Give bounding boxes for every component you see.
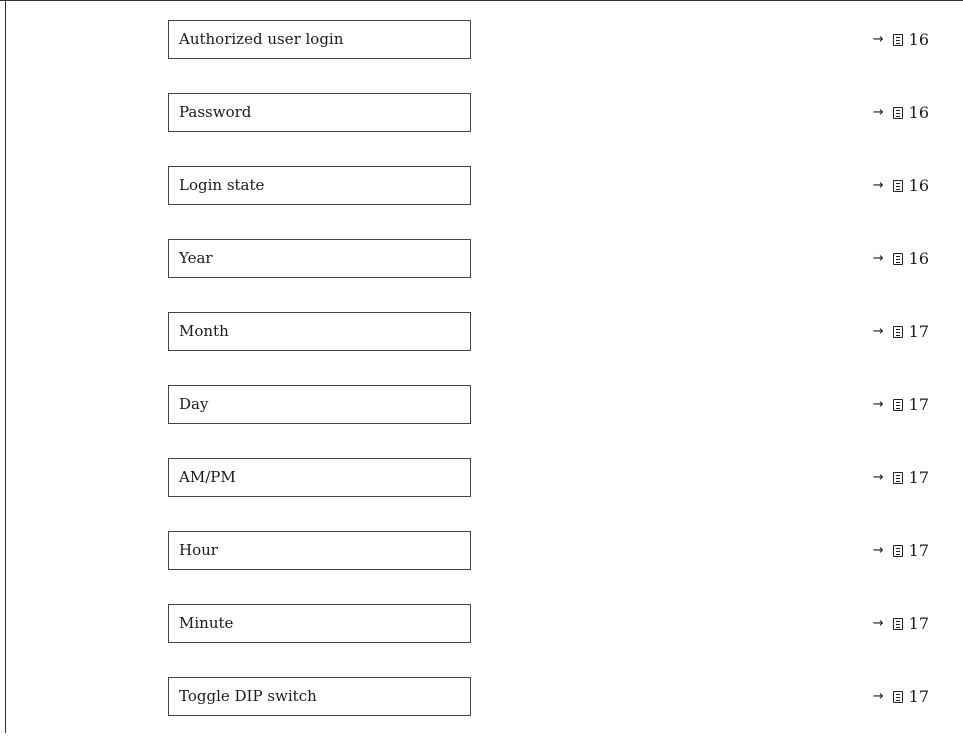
right-arrow-icon: →	[872, 470, 884, 485]
document-page-icon	[892, 398, 903, 411]
parameter-name-box: Hour	[168, 531, 471, 570]
parameter-name-box: Month	[168, 312, 471, 351]
right-arrow-icon: →	[872, 32, 884, 47]
parameter-row: Login state → 16	[0, 166, 963, 239]
document-page-icon	[892, 617, 903, 630]
parameter-row: Password → 16	[0, 93, 963, 166]
page-reference-link[interactable]: → 16	[873, 239, 929, 278]
right-arrow-icon: →	[872, 251, 884, 266]
page-number: 17	[908, 687, 929, 706]
page-number: 17	[908, 395, 929, 414]
page-number: 16	[908, 176, 929, 195]
page-reference-link[interactable]: → 16	[873, 93, 929, 132]
parameter-name-box: AM/PM	[168, 458, 471, 497]
right-arrow-icon: →	[872, 543, 884, 558]
page-reference-link[interactable]: → 17	[873, 312, 929, 351]
parameter-row: Minute → 17	[0, 604, 963, 677]
document-page-icon	[892, 325, 903, 338]
right-arrow-icon: →	[872, 324, 884, 339]
parameter-row: AM/PM → 17	[0, 458, 963, 531]
parameter-name-box: Authorized user login	[168, 20, 471, 59]
parameter-row: Year → 16	[0, 239, 963, 312]
document-page-icon	[892, 106, 903, 119]
parameter-name-box: Password	[168, 93, 471, 132]
parameter-row: Authorized user login → 16	[0, 20, 963, 93]
parameter-name-box: Toggle DIP switch	[168, 677, 471, 716]
page-reference-link[interactable]: → 17	[873, 677, 929, 716]
document-page-icon	[892, 252, 903, 265]
page-reference-link[interactable]: → 17	[873, 604, 929, 643]
parameter-name-box: Year	[168, 239, 471, 278]
document-page-icon	[892, 179, 903, 192]
page-number: 16	[908, 249, 929, 268]
parameter-name-box: Minute	[168, 604, 471, 643]
page-reference-link[interactable]: → 16	[873, 166, 929, 205]
parameter-list: Authorized user login → 16 Password → 16…	[0, 20, 963, 750]
document-page-icon	[892, 471, 903, 484]
parameter-name-box: Login state	[168, 166, 471, 205]
page-number: 16	[908, 30, 929, 49]
page-number: 17	[908, 322, 929, 341]
page-number: 17	[908, 468, 929, 487]
page-top-border	[0, 0, 963, 1]
page-reference-link[interactable]: → 17	[873, 531, 929, 570]
page-number: 17	[908, 614, 929, 633]
parameter-row: Hour → 17	[0, 531, 963, 604]
right-arrow-icon: →	[872, 105, 884, 120]
parameter-name-box: Day	[168, 385, 471, 424]
parameter-row: Day → 17	[0, 385, 963, 458]
parameter-row: Month → 17	[0, 312, 963, 385]
right-arrow-icon: →	[872, 616, 884, 631]
right-arrow-icon: →	[872, 689, 884, 704]
page-reference-link[interactable]: → 16	[873, 20, 929, 59]
parameter-row: Toggle DIP switch → 17	[0, 677, 963, 750]
document-page-icon	[892, 690, 903, 703]
right-arrow-icon: →	[872, 397, 884, 412]
page-number: 16	[908, 103, 929, 122]
right-arrow-icon: →	[872, 178, 884, 193]
page-reference-link[interactable]: → 17	[873, 458, 929, 497]
page-reference-link[interactable]: → 17	[873, 385, 929, 424]
page-number: 17	[908, 541, 929, 560]
document-page-icon	[892, 544, 903, 557]
document-page-icon	[892, 33, 903, 46]
